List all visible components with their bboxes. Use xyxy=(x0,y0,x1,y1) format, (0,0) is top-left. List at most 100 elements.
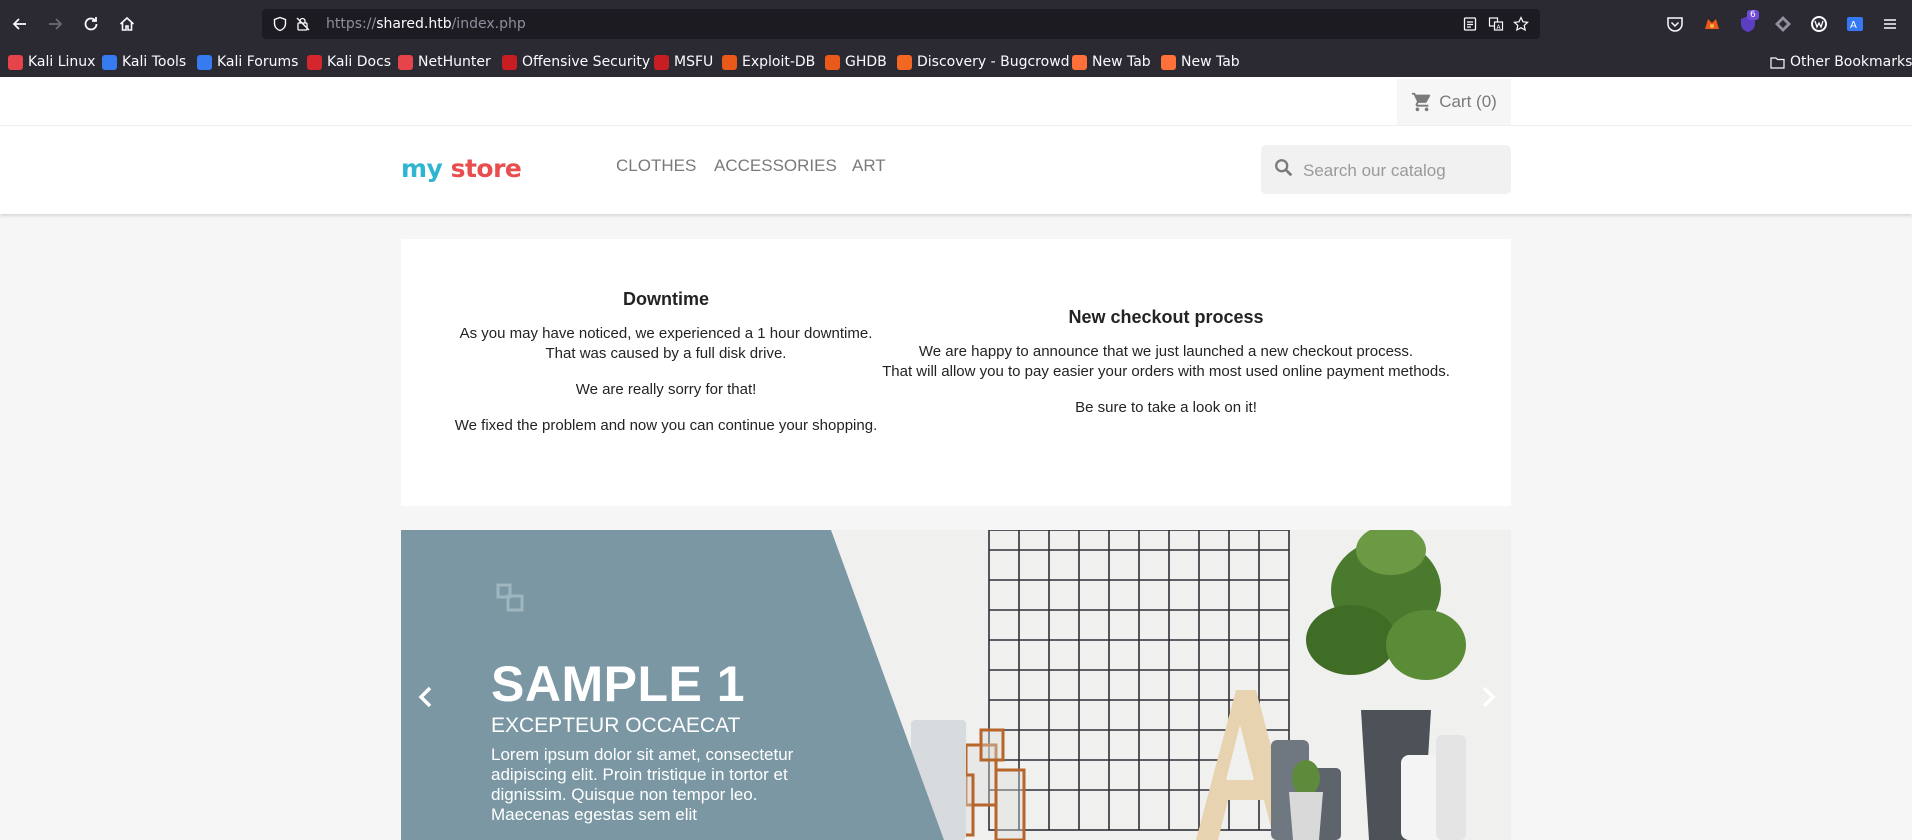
bookmark-label: Discovery - Bugcrowd xyxy=(917,54,1070,70)
menu-item-clothes[interactable]: Clothes xyxy=(616,156,696,176)
downtime-text-1b: That was caused by a full disk drive. xyxy=(545,345,787,362)
reload-icon xyxy=(84,17,98,31)
notification-badge: 6 xyxy=(1747,10,1759,20)
header-nav: Cart (0) xyxy=(0,77,1912,126)
search-widget xyxy=(1261,145,1511,194)
cart-button[interactable]: Cart (0) xyxy=(1397,79,1511,125)
url-path: /index.php xyxy=(451,16,526,32)
lock-warning-icon[interactable] xyxy=(295,16,311,32)
url-bar[interactable]: https://shared.htb/index.php A xyxy=(262,9,1540,39)
diamond-extension-icon[interactable] xyxy=(1773,14,1793,34)
kali-forums-icon xyxy=(197,54,212,70)
slide-subtitle: EXCEPTEUR OCCAECAT xyxy=(491,714,741,737)
translate-icon[interactable]: A xyxy=(1488,16,1504,32)
url-scheme: https:// xyxy=(326,16,377,32)
downtime-text-2: We are really sorry for that! xyxy=(575,381,757,398)
other-bookmarks-label: Other Bookmarks xyxy=(1790,54,1912,70)
bookmark-label: New Tab xyxy=(1092,54,1151,70)
extension-notification-button[interactable]: 6 xyxy=(1738,10,1759,34)
shopping-cart-icon xyxy=(1412,92,1431,112)
bookmark-label: Kali Linux xyxy=(28,54,96,70)
kali-icon xyxy=(8,54,23,70)
firefox-icon xyxy=(1161,54,1176,70)
home-icon xyxy=(119,16,135,31)
store-logo[interactable]: my store xyxy=(401,154,522,183)
kali-docs-icon xyxy=(307,54,322,70)
page-content: Cart (0) my store Clothes Accessories Ar… xyxy=(0,77,1912,840)
ghdb-icon xyxy=(825,54,840,70)
slide-title: SAMPLE 1 xyxy=(491,656,746,712)
bookmark-new-tab-1[interactable]: New Tab xyxy=(1072,51,1151,73)
wappalyzer-icon[interactable] xyxy=(1809,14,1829,34)
bookmark-bugcrowd[interactable]: Discovery - Bugcrowd xyxy=(897,51,1070,73)
reload-button[interactable] xyxy=(78,11,104,37)
bookmark-label: Kali Docs xyxy=(327,54,392,70)
logo-word-my: my xyxy=(401,154,443,183)
bookmark-label: Exploit-DB xyxy=(742,54,816,70)
kali-tools-icon xyxy=(102,54,117,70)
nethunter-icon xyxy=(398,54,413,70)
checkout-text-2: Be sure to take a look on it! xyxy=(1075,399,1257,416)
bookmark-offensive-security[interactable]: Offensive Security xyxy=(502,51,650,73)
bookmark-label: GHDB xyxy=(845,54,887,70)
bookmark-label: MSFU xyxy=(674,54,714,70)
forward-button[interactable] xyxy=(42,11,68,37)
header-top: my store Clothes Accessories Art xyxy=(0,126,1912,214)
logo-word-store: store xyxy=(450,154,522,183)
menu-item-accessories[interactable]: Accessories xyxy=(714,156,837,176)
translator-extension-icon[interactable]: A xyxy=(1845,14,1865,34)
bookmark-kali-tools[interactable]: Kali Tools xyxy=(102,51,186,73)
pocket-icon[interactable] xyxy=(1665,14,1685,34)
slider-prev-button[interactable] xyxy=(411,680,441,714)
back-button[interactable] xyxy=(7,11,33,37)
home-button[interactable] xyxy=(114,11,140,37)
bookmark-kali-forums[interactable]: Kali Forums xyxy=(197,51,298,73)
offsec-icon xyxy=(502,54,517,70)
notice-block: Downtime As you may have noticed, we exp… xyxy=(401,239,1511,506)
url-host: shared.htb xyxy=(376,16,452,32)
slide-text: Lorem ipsum dolor sit amet, consectetur … xyxy=(491,745,794,824)
downtime-title: Downtime xyxy=(622,289,709,309)
firefox-icon xyxy=(1072,54,1087,70)
msfu-icon xyxy=(654,54,669,70)
bookmark-nethunter[interactable]: NetHunter xyxy=(398,51,491,73)
bookmarks-bar: Kali Linux Kali Tools Kali Forums Kali D… xyxy=(0,48,1912,78)
foxyproxy-icon[interactable] xyxy=(1702,14,1722,34)
slider-next-button[interactable] xyxy=(1473,680,1503,714)
bookmark-label: NetHunter xyxy=(418,54,491,70)
chevron-left-icon xyxy=(418,686,432,708)
downtime-text-3: We fixed the problem and now you can con… xyxy=(454,417,878,434)
other-bookmarks[interactable]: Other Bookmarks xyxy=(1770,51,1912,73)
folder-icon xyxy=(1770,56,1785,69)
image-slider: SAMPLE 1 EXCEPTEUR OCCAECAT Lorem ipsum … xyxy=(401,530,1511,840)
reader-view-icon[interactable] xyxy=(1462,16,1478,32)
forward-arrow-icon xyxy=(49,18,63,30)
browser-toolbar: https://shared.htb/index.php A 6 A xyxy=(0,0,1912,48)
bookmark-label: Offensive Security xyxy=(522,54,651,70)
checkout-notice: New checkout process We are happy to ann… xyxy=(871,307,1461,434)
shield-icon[interactable] xyxy=(272,16,288,32)
bookmark-kali-docs[interactable]: Kali Docs xyxy=(307,51,391,73)
bookmark-label: New Tab xyxy=(1181,54,1240,70)
bookmark-ghdb[interactable]: GHDB xyxy=(825,51,887,73)
url-text[interactable]: https://shared.htb/index.php xyxy=(326,16,526,32)
hamburger-menu-icon[interactable] xyxy=(1880,14,1900,34)
checkout-title: New checkout process xyxy=(1068,307,1264,327)
bookmark-exploit-db[interactable]: Exploit-DB xyxy=(722,51,815,73)
cart-label: Cart (0) xyxy=(1439,92,1497,111)
bookmark-label: Kali Tools xyxy=(122,54,187,70)
search-icon[interactable] xyxy=(1273,157,1295,179)
checkout-text-1b: That will allow you to pay easier your o… xyxy=(882,363,1450,380)
bookmark-new-tab-2[interactable]: New Tab xyxy=(1161,51,1240,73)
bookmark-label: Kali Forums xyxy=(217,54,299,70)
svg-text:A: A xyxy=(1850,20,1857,31)
bookmark-kali-linux[interactable]: Kali Linux xyxy=(8,51,95,73)
search-input[interactable] xyxy=(1301,158,1505,184)
bugcrowd-icon xyxy=(897,54,912,70)
exploit-db-icon xyxy=(722,54,737,70)
downtime-text-1: As you may have noticed, we experienced … xyxy=(459,325,873,342)
menu-item-art[interactable]: Art xyxy=(852,156,886,176)
chevron-right-icon xyxy=(1482,686,1496,708)
bookmark-msfu[interactable]: MSFU xyxy=(654,51,713,73)
star-bookmark-icon[interactable] xyxy=(1513,16,1529,32)
